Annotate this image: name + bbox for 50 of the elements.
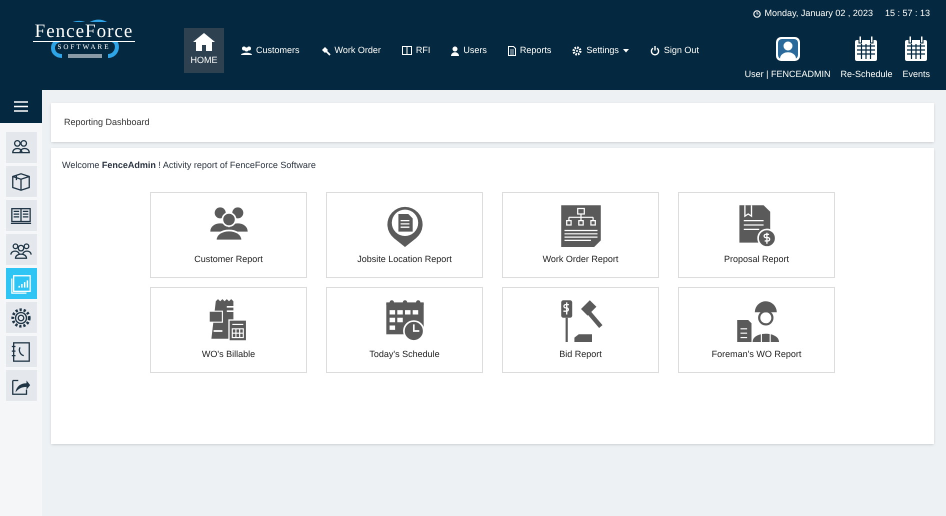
nav-link[interactable]: Users	[447, 40, 491, 60]
page-title: Reporting Dashboard	[64, 116, 150, 129]
gear-icon	[10, 306, 32, 328]
report-card[interactable]: Jobsite Location Report	[326, 192, 483, 278]
nav-link[interactable]: Settings	[568, 40, 633, 60]
report-card[interactable]: Today's Schedule	[326, 286, 483, 372]
box-icon	[10, 170, 32, 192]
nav-link[interactable]: RFI	[398, 40, 434, 60]
sidebar-item[interactable]	[6, 166, 36, 197]
menu-icon	[14, 101, 28, 112]
avatar-icon	[774, 36, 801, 62]
gavel-icon	[320, 46, 331, 56]
nav-link[interactable]: Work Order	[316, 40, 385, 60]
document-icon	[508, 46, 516, 56]
date-text: Monday, January 02 , 2023	[764, 7, 873, 20]
nav-link[interactable]: Sign Out	[646, 40, 703, 60]
report-card[interactable]: Work Order Report	[502, 192, 659, 278]
user-icon	[451, 46, 460, 56]
welcome-text: Welcome FenceAdmin ! Activity report of FenceForce Software	[62, 159, 317, 172]
columns-icon	[402, 46, 412, 55]
calendar-icon	[854, 36, 878, 62]
nav-link[interactable]: HOME	[184, 28, 224, 73]
home-icon	[193, 33, 215, 52]
phone-book-icon	[10, 340, 32, 362]
flowchart-document-icon	[558, 202, 602, 247]
report-card[interactable]: Proposal Report	[678, 192, 835, 278]
report-card[interactable]: Customer Report	[150, 192, 307, 278]
auction-icon	[558, 298, 602, 342]
menu-button[interactable]	[0, 90, 42, 123]
calendar-icon	[904, 36, 928, 62]
header-action[interactable]: Events	[902, 36, 930, 82]
report-card[interactable]: WO's Billable	[150, 286, 307, 372]
nav-link[interactable]: Reports	[504, 40, 556, 60]
settings-icon	[572, 46, 582, 56]
header-action[interactable]: User | FENCEADMIN	[744, 36, 830, 82]
clock-icon	[752, 10, 761, 18]
report-card[interactable]: Foreman's WO Report	[678, 286, 835, 372]
sidebar-item[interactable]	[6, 336, 36, 367]
report-card[interactable]: Bid Report	[502, 286, 659, 372]
power-icon	[650, 46, 660, 56]
header-action[interactable]: Re-Schedule	[840, 36, 892, 82]
nav-link[interactable]: Customers	[237, 40, 304, 60]
sidebar-item[interactable]	[6, 132, 36, 163]
logo-name: FenceForce	[32, 22, 136, 42]
sidebar-item[interactable]	[6, 370, 36, 401]
sidebar-item[interactable]	[6, 200, 36, 231]
sidebar-item[interactable]	[6, 234, 36, 265]
sidebar-item[interactable]	[6, 302, 36, 333]
time-text: 15 : 57 : 13	[884, 7, 930, 20]
chart-icon	[10, 272, 32, 294]
